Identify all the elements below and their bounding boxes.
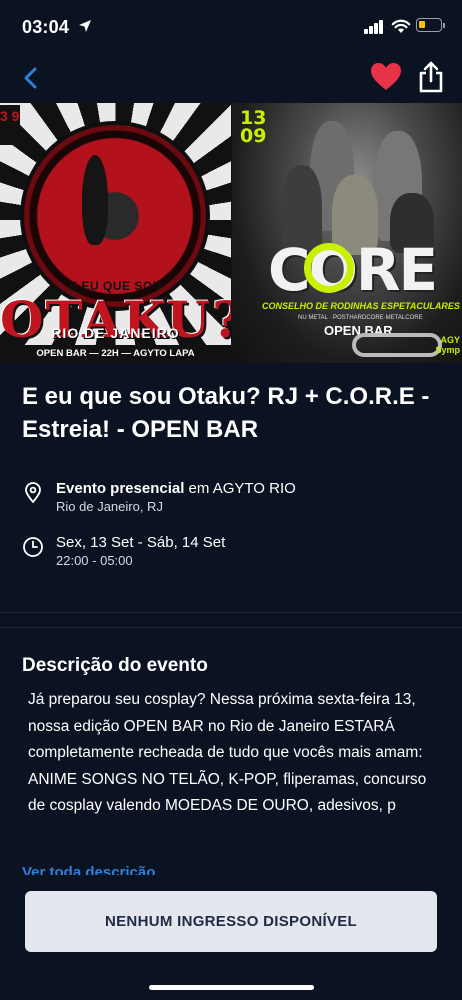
poster-date-tag: 3 9	[0, 105, 20, 145]
home-indicator[interactable]	[149, 985, 314, 990]
poster-date: 13 09	[240, 107, 267, 147]
favorite-heart-icon[interactable]	[370, 62, 402, 92]
status-bar: 03:04	[0, 0, 462, 54]
location-type: Evento presencial	[56, 480, 185, 497]
description-heading: Descrição do evento	[22, 655, 208, 676]
event-title: E eu que sou Otaku? RJ + C.O.R.E - Estre…	[22, 383, 430, 443]
time-range: 22:00 - 05:00	[56, 553, 133, 568]
poster-city: RIO DE JANEIRO	[51, 325, 180, 341]
otaku-poster: 3 9 E EU QUE SOU OTAKU? RIO DE JANEIRO O…	[0, 103, 231, 363]
event-banner: 3 9 E EU QUE SOU OTAKU? RIO DE JANEIRO O…	[0, 103, 462, 363]
location-venue: em AGYTO RIO	[184, 480, 296, 497]
battery-icon	[416, 18, 445, 32]
cellular-signal-icon	[364, 20, 384, 34]
date-range: Sex, 13 Set - Sáb, 14 Set	[56, 534, 226, 551]
poster-venue-mark: AGY Symp	[435, 335, 460, 355]
location-arrow-icon	[79, 20, 91, 32]
location-row[interactable]: Evento presencial em AGYTO RIO Rio de Ja…	[22, 480, 442, 520]
status-time: 03:04	[22, 17, 70, 37]
chain-graphic	[352, 333, 442, 357]
location-line: Evento presencial em AGYTO RIO	[56, 480, 296, 497]
share-icon[interactable]	[416, 60, 446, 94]
clock-icon	[23, 537, 43, 557]
core-ring-mark	[304, 243, 354, 293]
description-text: Já preparou seu cosplay? Nessa próxima s…	[28, 691, 427, 814]
section-divider	[0, 627, 462, 628]
location-city: Rio de Janeiro, RJ	[56, 499, 163, 514]
no-tickets-button[interactable]: NENHUM INGRESSO DISPONÍVEL	[25, 891, 437, 952]
core-poster: 13 09 CORE CONSELHO DE RODINHAS ESPETACU…	[231, 103, 462, 363]
poster-info-strip: OPEN BAR — 22H — AGYTO LAPA	[0, 345, 231, 363]
date-row: Sex, 13 Set - Sáb, 14 Set 22:00 - 05:00	[22, 534, 442, 574]
section-divider	[0, 612, 462, 613]
shuriken-blade	[82, 155, 108, 245]
nav-bar	[0, 58, 462, 98]
back-button[interactable]	[18, 64, 46, 92]
location-pin-icon	[25, 482, 41, 503]
poster-core-genres: NU METAL · POSTHARDCORE·METALCORE	[298, 315, 423, 321]
poster-core-subtitle: CONSELHO DE RODINHAS ESPETACULARES	[262, 301, 460, 311]
wifi-icon	[391, 19, 411, 33]
